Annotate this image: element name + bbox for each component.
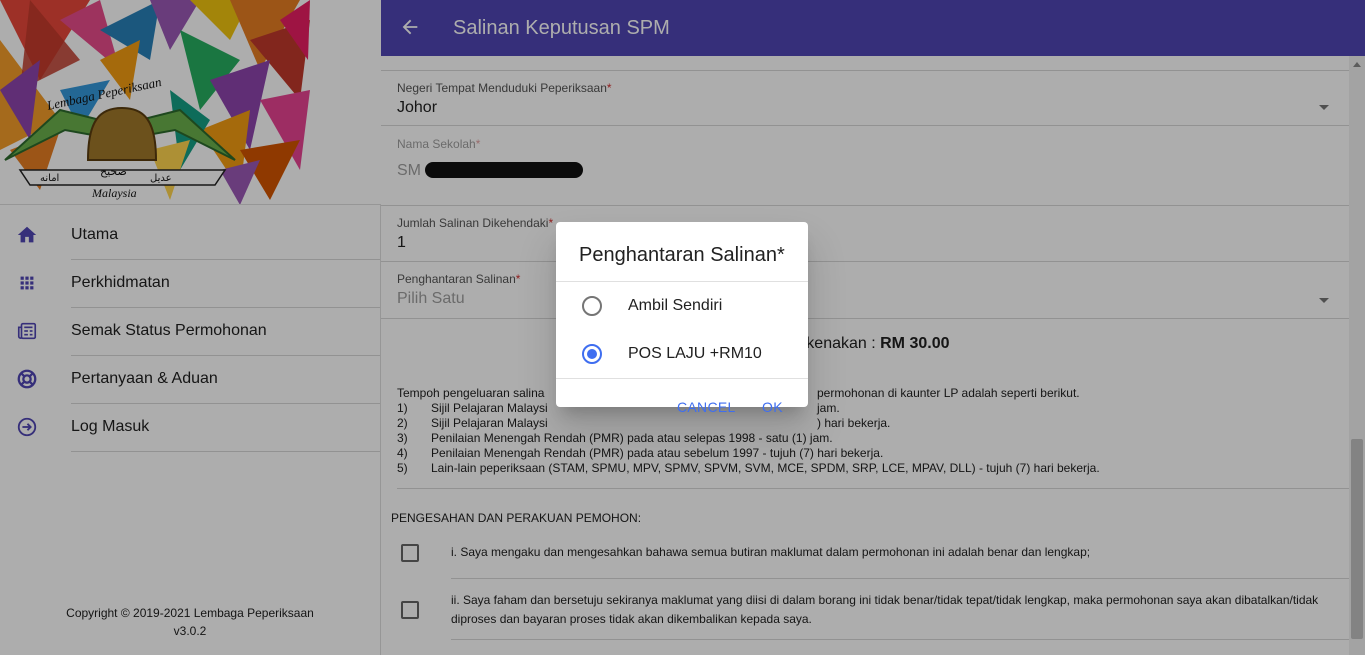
- option-pos-laju[interactable]: POS LAJU +RM10: [556, 330, 808, 378]
- cancel-button[interactable]: CANCEL: [677, 399, 736, 415]
- ok-button[interactable]: OK: [762, 399, 783, 415]
- radio-unchecked-icon[interactable]: [582, 296, 602, 316]
- dialog-title: Penghantaran Salinan*: [579, 244, 785, 266]
- option-label: POS LAJU +RM10: [628, 345, 762, 362]
- dialog-divider: [556, 378, 808, 379]
- penghantaran-dialog: Penghantaran Salinan* Ambil Sendiri POS …: [556, 222, 808, 415]
- option-ambil-sendiri[interactable]: Ambil Sendiri: [556, 282, 808, 330]
- radio-checked-icon[interactable]: [582, 344, 602, 364]
- option-label: Ambil Sendiri: [628, 297, 723, 314]
